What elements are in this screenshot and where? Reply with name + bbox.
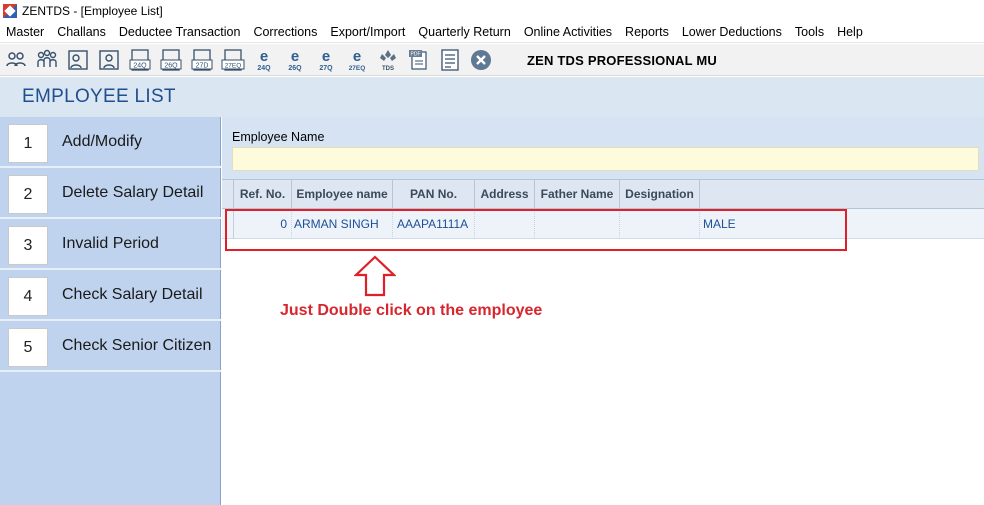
row-selector-header: [222, 180, 234, 209]
svg-text:e: e: [322, 48, 330, 65]
title-bar: ZENTDS - [Employee List]: [0, 0, 984, 22]
sidebar-item-number[interactable]: 2: [8, 175, 48, 214]
svg-text:e: e: [260, 48, 268, 65]
menu-tools[interactable]: Tools: [789, 25, 831, 39]
sidebar-item-label[interactable]: Check Senior Citizen: [62, 337, 211, 355]
column-address[interactable]: Address: [475, 180, 535, 209]
svg-text:24Q: 24Q: [257, 65, 271, 72]
highlight-box: [225, 209, 847, 251]
sidebar-item-number[interactable]: 4: [8, 277, 48, 316]
sidebar-item-label[interactable]: Delete Salary Detail: [62, 184, 203, 202]
tds-logo-icon[interactable]: TDS: [376, 48, 400, 72]
e-return-27q-icon[interactable]: e 27Q: [314, 48, 338, 72]
column-employee-name[interactable]: Employee name: [292, 180, 393, 209]
menu-reports[interactable]: Reports: [619, 25, 676, 39]
sidebar-item-check-salary-detail[interactable]: 4 Check Salary Detail: [0, 270, 221, 321]
employee-name-label: Employee Name: [232, 130, 325, 144]
svg-text:26Q: 26Q: [288, 65, 302, 72]
close-icon[interactable]: [469, 48, 493, 72]
svg-text:27EQ: 27EQ: [225, 62, 242, 69]
e-return-26q-icon[interactable]: e 26Q: [283, 48, 307, 72]
page-title: EMPLOYEE LIST: [22, 86, 176, 107]
window-title: ZENTDS - [Employee List]: [22, 4, 163, 18]
search-panel: Employee Name: [222, 117, 984, 179]
svg-text:TDS: TDS: [382, 66, 394, 72]
employee-icon[interactable]: [66, 48, 90, 72]
sidebar-item-label[interactable]: Check Salary Detail: [62, 286, 203, 304]
column-pan-no[interactable]: PAN No.: [393, 180, 475, 209]
svg-text:e: e: [291, 48, 299, 65]
menu-challans[interactable]: Challans: [51, 25, 113, 39]
svg-text:27EQ: 27EQ: [349, 65, 366, 72]
deductor-group-icon[interactable]: [35, 48, 59, 72]
up-arrow-icon: [353, 255, 397, 300]
svg-text:27D: 27D: [196, 62, 209, 69]
deductor-icon[interactable]: [4, 48, 28, 72]
menu-online-activities[interactable]: Online Activities: [518, 25, 619, 39]
sidebar-item-add-modify[interactable]: 1 Add/Modify: [0, 117, 221, 168]
sidebar-item-label[interactable]: Add/Modify: [62, 133, 142, 151]
sidebar-item-check-senior-citizen[interactable]: 5 Check Senior Citizen: [0, 321, 221, 372]
column-ref-no[interactable]: Ref. No.: [234, 180, 292, 209]
sidebar: 1 Add/Modify 2 Delete Salary Detail 3 In…: [0, 117, 221, 505]
svg-text:PDF: PDF: [411, 51, 421, 57]
menu-bar: Master Challans Deductee Transaction Cor…: [0, 22, 984, 43]
menu-master[interactable]: Master: [0, 25, 51, 39]
svg-text:27Q: 27Q: [319, 65, 333, 72]
menu-export-import[interactable]: Export/Import: [324, 25, 412, 39]
sidebar-item-number[interactable]: 3: [8, 226, 48, 265]
menu-lower-deductions[interactable]: Lower Deductions: [676, 25, 789, 39]
sidebar-item-delete-salary-detail[interactable]: 2 Delete Salary Detail: [0, 168, 221, 219]
form-26q-icon[interactable]: 26Q: [159, 48, 183, 72]
form-27eq-icon[interactable]: 27EQ: [221, 48, 245, 72]
menu-corrections[interactable]: Corrections: [247, 25, 324, 39]
column-designation[interactable]: Designation: [620, 180, 700, 209]
form-27q-icon[interactable]: 27D: [190, 48, 214, 72]
sidebar-item-label[interactable]: Invalid Period: [62, 235, 159, 253]
svg-text:24Q: 24Q: [133, 62, 147, 69]
page-header: EMPLOYEE LIST: [0, 77, 984, 117]
employee-name-input[interactable]: [232, 147, 979, 171]
menu-help[interactable]: Help: [831, 25, 870, 39]
notes-icon[interactable]: [438, 48, 462, 72]
menu-deductee-transaction[interactable]: Deductee Transaction: [113, 25, 248, 39]
grid-header: Ref. No. Employee name PAN No. Address F…: [222, 179, 984, 209]
app-logo-icon: [3, 4, 17, 18]
pdf-icon[interactable]: PDF: [407, 48, 431, 72]
e-return-24q-icon[interactable]: e 24Q: [252, 48, 276, 72]
svg-text:e: e: [353, 48, 361, 65]
sidebar-item-invalid-period[interactable]: 3 Invalid Period: [0, 219, 221, 270]
column-father-name[interactable]: Father Name: [535, 180, 620, 209]
toolbar: 24Q 26Q 27D 27EQ e 24Q e 26Q e 27Q e 27EQ TD…: [0, 44, 984, 76]
form-24q-icon[interactable]: 24Q: [128, 48, 152, 72]
svg-text:26Q: 26Q: [164, 62, 178, 69]
menu-quarterly-return[interactable]: Quarterly Return: [412, 25, 517, 39]
sidebar-item-number[interactable]: 5: [8, 328, 48, 367]
app-product-title: ZEN TDS PROFESSIONAL MU: [527, 53, 717, 68]
sidebar-item-number[interactable]: 1: [8, 124, 48, 163]
e-return-27eq-icon[interactable]: e 27EQ: [345, 48, 369, 72]
instruction-note: Just Double click on the employee: [280, 302, 543, 319]
employee-alt-icon[interactable]: [97, 48, 121, 72]
